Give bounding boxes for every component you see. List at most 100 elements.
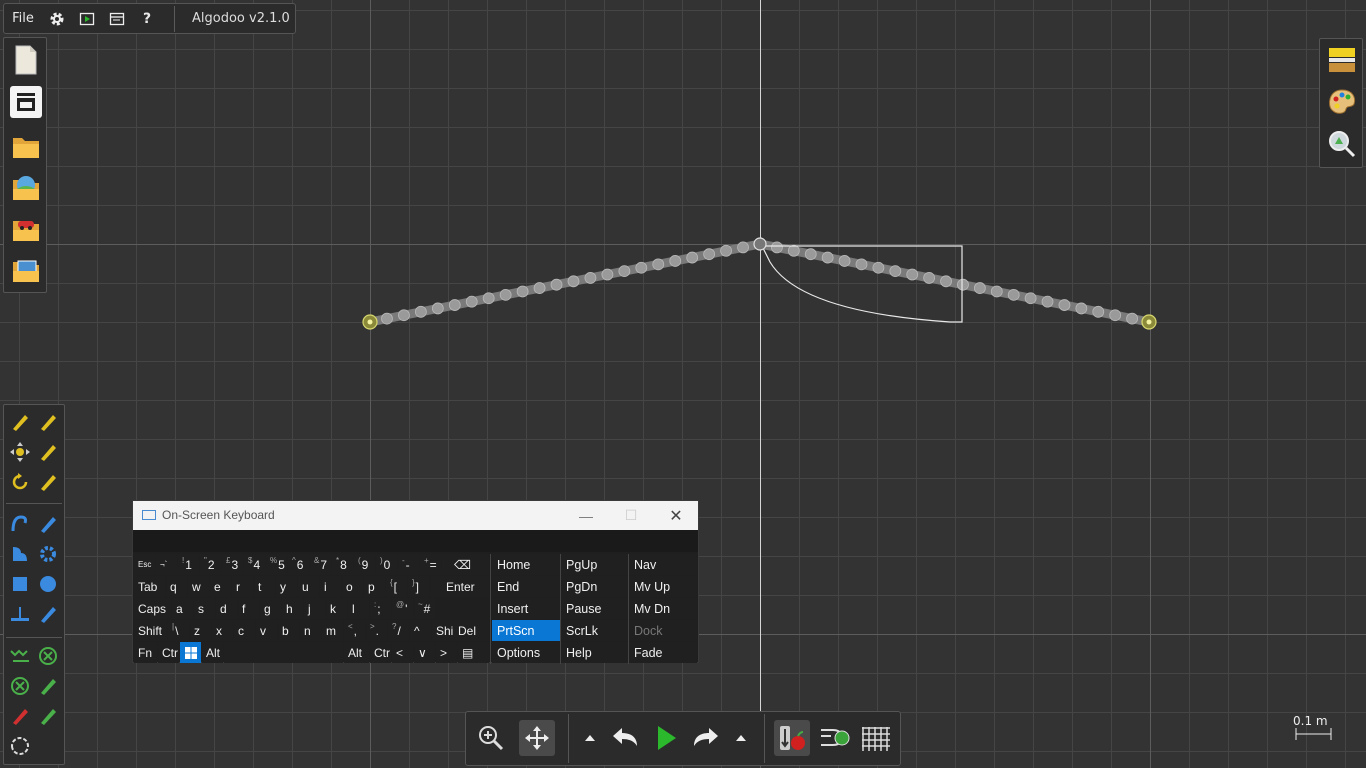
key-sym2-10[interactable]: :; (370, 598, 391, 619)
key-sym0-13[interactable]: + = (420, 554, 441, 575)
key-h[interactable]: h (282, 598, 303, 619)
key-fn[interactable]: Fn (134, 642, 157, 663)
key-5[interactable]: % 5 (266, 554, 287, 575)
key-nav[interactable]: Nav (629, 554, 697, 575)
key-mvdn[interactable]: Mv Dn (629, 598, 697, 619)
play-icon[interactable] (648, 720, 684, 756)
key-del[interactable]: Del (454, 620, 489, 641)
open-folder-icon[interactable] (10, 131, 42, 163)
key-space[interactable] (224, 642, 343, 663)
file-menu[interactable]: File (4, 4, 42, 33)
key-fade[interactable]: Fade (629, 642, 697, 663)
key-pgup[interactable]: PgUp (561, 554, 628, 575)
key-j[interactable]: j (304, 598, 325, 619)
car-folder-icon[interactable] (10, 213, 42, 245)
key-i[interactable]: i (320, 576, 341, 597)
key-sym3-11[interactable]: ? / (388, 620, 409, 641)
key-dock[interactable]: Dock (629, 620, 697, 641)
key-sym0-12[interactable]: -- (398, 554, 419, 575)
key-sym0-14[interactable]: ⌫ (442, 554, 489, 575)
key-help[interactable]: Help (561, 642, 628, 663)
knife-tool-icon[interactable] (35, 511, 61, 537)
key-sym0-1[interactable]: ¬` (156, 554, 177, 575)
maximize-button[interactable]: ☐ (608, 501, 654, 530)
key-esc[interactable]: Esc (134, 554, 155, 575)
key-enter[interactable]: Enter (430, 576, 489, 597)
window-icon[interactable] (102, 4, 132, 33)
help-icon[interactable]: ? (132, 4, 162, 33)
key-t[interactable]: t (254, 576, 275, 597)
drag-tool-icon[interactable] (35, 439, 61, 465)
spring-tool-icon[interactable] (7, 643, 33, 669)
zoom-search-icon[interactable] (1325, 127, 1359, 161)
landscape-folder-icon[interactable] (10, 172, 42, 204)
key-p[interactable]: p (364, 576, 385, 597)
tracer-tool-icon[interactable] (35, 673, 61, 699)
key-sym3-9[interactable]: <, (344, 620, 365, 641)
key-b[interactable]: b (278, 620, 299, 641)
key-sym2-11[interactable]: @ ' (392, 598, 413, 619)
top-hinge[interactable] (753, 237, 767, 251)
key-y[interactable]: y (276, 576, 297, 597)
key-o[interactable]: o (342, 576, 363, 597)
key-sym3-1[interactable]: | \ (168, 620, 189, 641)
key-tab[interactable]: Tab (134, 576, 165, 597)
key-sym2-12[interactable]: ~ # (414, 598, 435, 619)
key-z[interactable]: z (190, 620, 211, 641)
key-alt[interactable]: Alt (344, 642, 369, 663)
key-q[interactable]: q (166, 576, 187, 597)
key-sym1-11[interactable]: {[ (386, 576, 407, 597)
palette-icon[interactable] (1325, 85, 1359, 119)
minimize-button[interactable]: — (563, 501, 609, 530)
rope-tool-icon[interactable] (7, 511, 33, 537)
key-insert[interactable]: Insert (492, 598, 560, 619)
key-k[interactable]: k (326, 598, 347, 619)
key-alt[interactable]: Alt (202, 642, 223, 663)
gear-tool-icon[interactable] (35, 541, 61, 567)
key-x[interactable]: x (212, 620, 233, 641)
air-friction-icon[interactable] (817, 720, 853, 756)
redo-icon[interactable] (688, 720, 724, 756)
key-4[interactable]: $4 (244, 554, 265, 575)
key-3[interactable]: £3 (222, 554, 243, 575)
key-w[interactable]: w (188, 576, 209, 597)
key-ctr[interactable]: Ctr (158, 642, 179, 663)
scale-tool-icon[interactable] (35, 469, 61, 495)
zoom-icon[interactable] (473, 720, 509, 756)
key-g[interactable]: g (260, 598, 281, 619)
redo-dropdown-icon[interactable] (724, 720, 758, 756)
move-tool-icon[interactable] (7, 439, 33, 465)
key-sym3-12[interactable]: ^ (410, 620, 431, 641)
laser-tool-icon[interactable] (7, 703, 33, 729)
key-shift[interactable]: Shift (134, 620, 167, 641)
key-m[interactable]: m (322, 620, 343, 641)
key-pgdn[interactable]: PgDn (561, 576, 628, 597)
polygon-tool-icon[interactable] (7, 541, 33, 567)
key-r[interactable]: r (232, 576, 253, 597)
box-tool-icon[interactable] (7, 571, 33, 597)
new-scene-icon[interactable] (10, 44, 42, 76)
key-shi[interactable]: Shi (432, 620, 453, 641)
key-sym4-10[interactable]: ▤ (458, 642, 489, 663)
key-sym3-10[interactable]: >. (366, 620, 387, 641)
rotate-tool-icon[interactable] (7, 469, 33, 495)
key-n[interactable]: n (300, 620, 321, 641)
texture-tool-icon[interactable] (7, 733, 33, 759)
key-d[interactable]: d (216, 598, 237, 619)
key-pause[interactable]: Pause (561, 598, 628, 619)
key-0[interactable]: ) 0 (376, 554, 397, 575)
fixate-tool-icon[interactable] (35, 643, 61, 669)
key-1[interactable]: ! 1 (178, 554, 199, 575)
background-icon[interactable] (1325, 43, 1359, 77)
thruster-tool-icon[interactable] (35, 703, 61, 729)
key-e[interactable]: e (210, 576, 231, 597)
key-c[interactable]: c (234, 620, 255, 641)
key-v[interactable]: v (256, 620, 277, 641)
key-f[interactable]: f (238, 598, 259, 619)
key-s[interactable]: s (194, 598, 215, 619)
pencil-tool-icon[interactable] (35, 409, 61, 435)
undo-icon[interactable] (607, 720, 643, 756)
circle-tool-icon[interactable] (35, 571, 61, 597)
key-a[interactable]: a (172, 598, 193, 619)
key-l[interactable]: l (348, 598, 369, 619)
